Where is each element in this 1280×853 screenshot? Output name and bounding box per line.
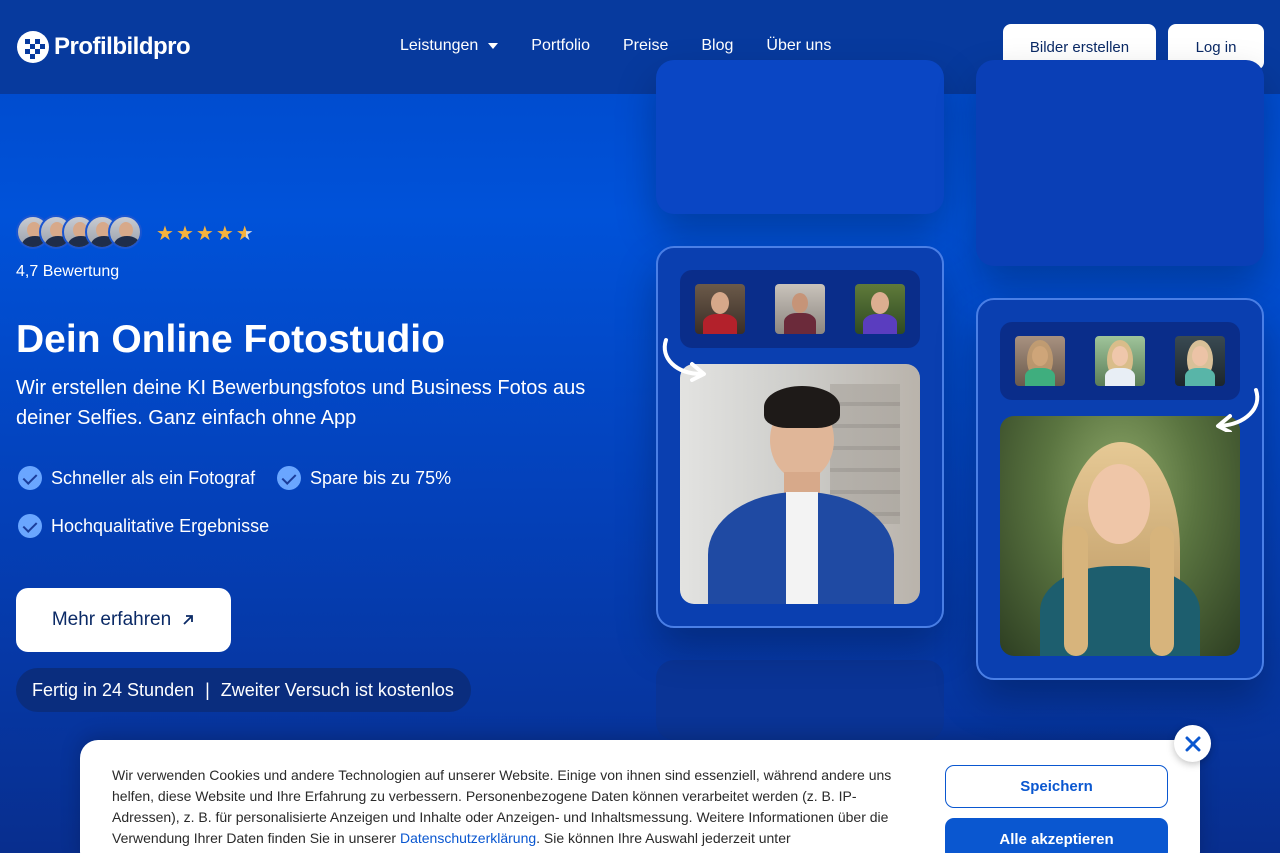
star-rating: ★ ★ ★ ★ ★ — [156, 221, 254, 246]
cookie-text-part: . Sie können Ihre Auswahl jederzeit unte… — [536, 830, 791, 846]
example-card-female — [976, 298, 1264, 680]
nav-item-leistungen[interactable]: Leistungen — [400, 37, 499, 55]
close-cookie-button[interactable] — [1174, 725, 1211, 762]
example-card-male — [656, 246, 944, 628]
curved-arrow-icon — [1216, 388, 1260, 432]
arrow-up-right-icon — [183, 615, 194, 625]
avatar — [108, 215, 142, 249]
selfie-thumbnails — [1000, 322, 1240, 400]
selfie-thumbnail — [1175, 336, 1225, 386]
cta-label: Mehr erfahren — [51, 609, 172, 630]
brand-name: Profilbildpro — [54, 33, 191, 60]
cookie-text: Wir verwenden Cookies und andere Technol… — [112, 765, 902, 849]
chevron-down-icon — [488, 43, 499, 49]
feature-item: Hochqualitative Ergebnisse — [18, 514, 269, 538]
star-icon: ★ — [215, 223, 234, 245]
pill-left-text: Fertig in 24 Stunden — [32, 679, 195, 700]
feature-label: Hochqualitative Ergebnisse — [51, 515, 270, 536]
selfie-thumbnail — [695, 284, 745, 334]
nav-item-preise[interactable]: Preise — [623, 37, 668, 55]
curved-arrow-icon — [662, 338, 706, 382]
decorative-card — [656, 60, 944, 214]
generated-portrait-female — [1000, 416, 1240, 656]
decorative-card — [656, 660, 944, 740]
selfie-thumbnail — [775, 284, 825, 334]
nav-item-portfolio[interactable]: Portfolio — [531, 37, 590, 55]
rating-text: 4,7 Bewertung — [16, 263, 120, 280]
avatar-group — [16, 215, 142, 249]
star-half-icon: ★ — [235, 223, 254, 245]
info-pill: Fertig in 24 Stunden | Zweiter Versuch i… — [16, 668, 471, 712]
check-badge-icon — [277, 466, 301, 490]
page-title: Dein Online Fotostudio — [16, 318, 445, 361]
nav-item-ueber-uns[interactable]: Über uns — [766, 37, 831, 55]
selfie-thumbnail — [1015, 336, 1065, 386]
pill-right-text: Zweiter Versuch ist kostenlos — [220, 679, 454, 700]
feature-item: Spare bis zu 75% — [277, 466, 451, 490]
feature-item: Schneller als ein Fotograf — [18, 466, 255, 490]
feature-label: Schneller als ein Fotograf — [51, 467, 256, 488]
check-badge-icon — [18, 514, 42, 538]
selfie-thumbnail — [855, 284, 905, 334]
privacy-policy-link[interactable]: Datenschutzerklärung — [400, 830, 536, 846]
star-icon: ★ — [156, 223, 174, 245]
selfie-thumbnails — [680, 270, 920, 348]
generated-portrait-male — [680, 364, 920, 604]
pill-separator: | — [205, 679, 210, 700]
cookie-banner: Wir verwenden Cookies und andere Technol… — [80, 740, 1200, 853]
brand-logo[interactable]: Profilbildpro — [16, 30, 191, 64]
main-nav: Leistungen Portfolio Preise Blog Über un… — [400, 37, 831, 55]
rating-block: ★ ★ ★ ★ ★ 4,7 Bewertung — [16, 215, 254, 280]
star-icon: ★ — [175, 223, 194, 245]
decorative-card — [976, 60, 1264, 266]
hero-subtitle: Wir erstellen deine KI Bewerbungsfotos u… — [16, 377, 586, 429]
learn-more-button[interactable]: Mehr erfahren — [16, 588, 231, 652]
check-badge-icon — [18, 466, 42, 490]
selfie-thumbnail — [1095, 336, 1145, 386]
accept-all-button[interactable]: Alle akzeptieren — [945, 818, 1168, 853]
save-button[interactable]: Speichern — [945, 765, 1168, 808]
star-icon: ★ — [195, 223, 214, 245]
nav-item-blog[interactable]: Blog — [701, 37, 733, 55]
close-icon — [1185, 736, 1200, 751]
nav-item-label: Leistungen — [400, 37, 479, 54]
feature-label: Spare bis zu 75% — [310, 467, 452, 488]
logo-mark-icon — [16, 30, 50, 64]
